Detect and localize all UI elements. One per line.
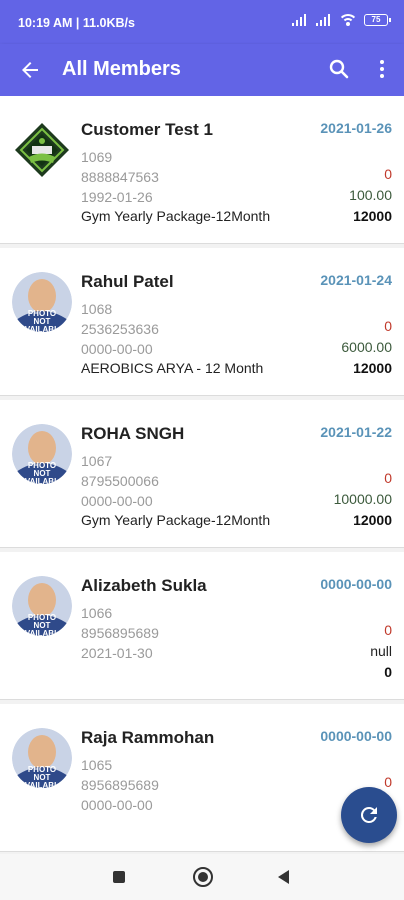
svg-text:AVAILABLE: AVAILABLE	[20, 325, 65, 332]
refresh-button[interactable]	[341, 787, 397, 843]
member-total: 12000	[353, 360, 392, 376]
status-icons: 75	[292, 14, 391, 26]
member-phone: 8795500066	[81, 473, 159, 489]
member-due: 0	[384, 470, 392, 486]
member-name: ROHA SNGH	[81, 424, 185, 443]
photo-not-available-icon: PHOTO NOT AVAILABLE	[12, 424, 72, 484]
member-total: 12000	[353, 208, 392, 224]
member-card[interactable]: PHOTO NOT AVAILABLE Alizabeth Sukla 0000…	[0, 552, 404, 700]
member-total: 0	[384, 664, 392, 680]
page-title: All Members	[62, 58, 181, 80]
refresh-icon	[360, 807, 377, 823]
member-phone: 2536253636	[81, 321, 159, 337]
svg-text:AVAILABLE: AVAILABLE	[20, 629, 65, 636]
wifi-icon	[340, 14, 356, 26]
member-name: Raja Rammohan	[81, 728, 215, 747]
member-dob: 1992-01-26	[81, 189, 153, 205]
back-icon[interactable]	[278, 870, 289, 884]
photo-not-available-icon: PHOTO NOT AVAILABLE	[12, 728, 72, 788]
battery-icon: 75	[364, 14, 391, 26]
member-dob: 2021-01-30	[81, 645, 153, 661]
member-name: Alizabeth Sukla	[81, 576, 207, 595]
member-card[interactable]: PHOTO NOT AVAILABLE Raja Rammohan 0000-0…	[0, 704, 404, 852]
member-due: 0	[384, 166, 392, 182]
member-card[interactable]: PHOTO NOT AVAILABLE Rahul Patel 2021-01-…	[0, 248, 404, 396]
signal-icon	[292, 14, 308, 26]
system-nav-bar	[0, 854, 404, 900]
member-package: AEROBICS ARYA - 12 Month	[81, 360, 264, 376]
status-time: 10:19 AM | 11.0KB/s	[18, 16, 135, 30]
signal-icon-2	[316, 14, 332, 26]
member-card[interactable]: Customer Test 1 2021-01-26 1069 88888475…	[0, 96, 404, 244]
gym-logo-icon	[12, 120, 72, 180]
member-dob: 0000-00-00	[81, 341, 153, 357]
member-dob: 0000-00-00	[81, 797, 153, 813]
member-date: 0000-00-00	[320, 728, 392, 744]
photo-not-available-icon: PHOTO NOT AVAILABLE	[12, 272, 72, 332]
member-date: 2021-01-26	[320, 120, 392, 136]
member-paid: 6000.00	[341, 339, 392, 355]
search-icon[interactable]	[327, 57, 351, 81]
photo-not-available-icon: PHOTO NOT AVAILABLE	[12, 576, 72, 636]
member-list[interactable]: Customer Test 1 2021-01-26 1069 88888475…	[0, 96, 404, 854]
member-name: Customer Test 1	[81, 120, 213, 139]
member-phone: 8956895689	[81, 625, 159, 641]
member-id: 1065	[81, 757, 113, 773]
member-id: 1068	[81, 301, 113, 317]
more-vert-icon[interactable]	[370, 57, 394, 81]
member-name: Rahul Patel	[81, 272, 174, 291]
member-date: 2021-01-24	[320, 272, 392, 288]
member-package: Gym Yearly Package-12Month	[81, 208, 271, 224]
member-date: 2021-01-22	[320, 424, 392, 440]
arrow-left-icon[interactable]	[18, 58, 42, 82]
svg-text:AVAILABLE: AVAILABLE	[20, 781, 65, 788]
member-paid: 10000.00	[333, 491, 392, 507]
svg-text:AVAILABLE: AVAILABLE	[20, 477, 65, 484]
member-due: 0	[384, 774, 392, 790]
app-bar: All Members	[0, 44, 404, 96]
member-id: 1067	[81, 453, 113, 469]
member-phone: 8888847563	[81, 169, 159, 185]
member-due: 0	[384, 318, 392, 334]
recents-icon[interactable]	[113, 871, 125, 883]
member-total: 12000	[353, 512, 392, 528]
member-paid: null	[370, 643, 392, 659]
member-due: 0	[384, 622, 392, 638]
member-id: 1069	[81, 149, 113, 165]
member-card[interactable]: PHOTO NOT AVAILABLE ROHA SNGH 2021-01-22…	[0, 400, 404, 548]
member-phone: 8956895689	[81, 777, 159, 793]
home-icon[interactable]	[193, 867, 213, 887]
status-bar: 10:19 AM | 11.0KB/s 75	[0, 0, 404, 44]
member-dob: 0000-00-00	[81, 493, 153, 509]
member-id: 1066	[81, 605, 113, 621]
member-package: Gym Yearly Package-12Month	[81, 512, 271, 528]
member-paid: 100.00	[349, 187, 392, 203]
member-date: 0000-00-00	[320, 576, 392, 592]
